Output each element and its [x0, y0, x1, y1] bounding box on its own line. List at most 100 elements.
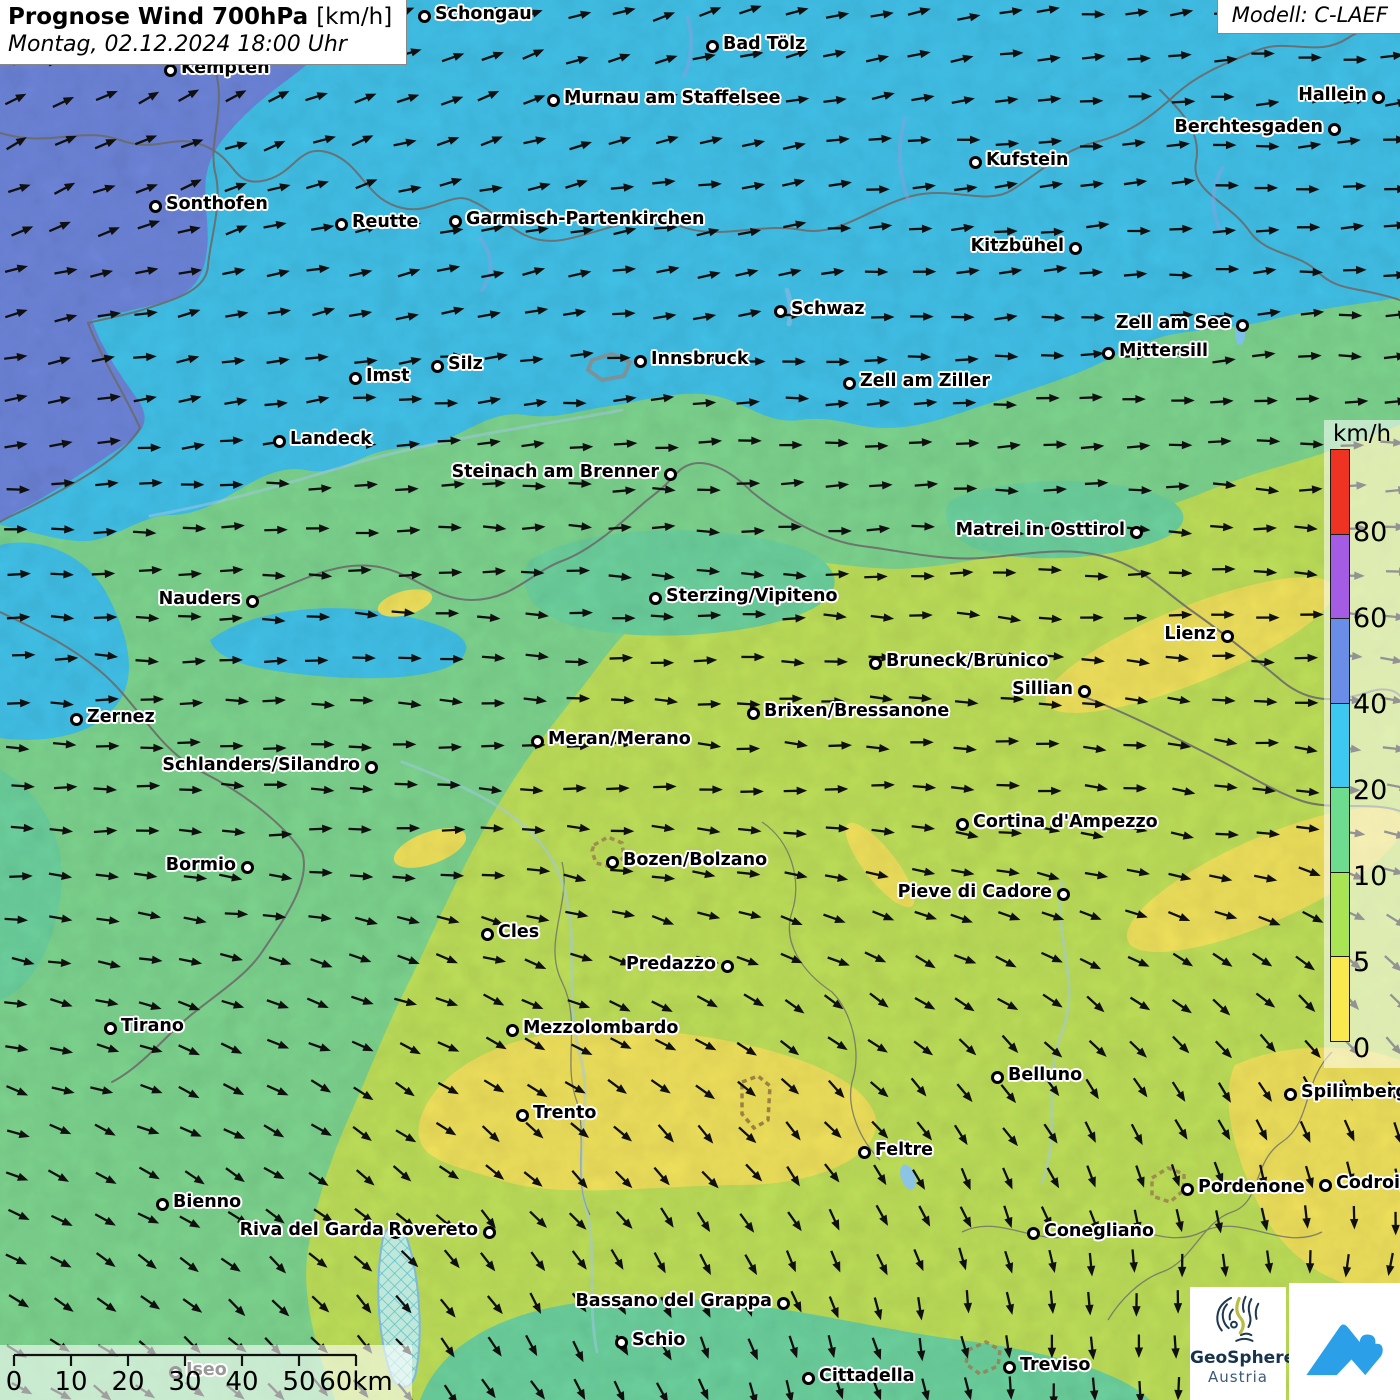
city-marker — [431, 360, 444, 373]
city-marker — [869, 657, 882, 670]
legend-segment — [1330, 618, 1350, 704]
city-marker — [335, 218, 348, 231]
city-marker — [1102, 347, 1115, 360]
city-marker — [1328, 123, 1341, 136]
city-label: Cles — [498, 922, 539, 943]
city-label: Codroipo — [1336, 1173, 1400, 1194]
city-marker — [1057, 888, 1070, 901]
mountain-cloud-icon — [1299, 1296, 1391, 1388]
city-label: Conegliano — [1044, 1221, 1154, 1242]
city-marker — [273, 435, 286, 448]
city-label: Kitzbühel — [971, 236, 1064, 257]
city-label: Sillian — [1012, 679, 1073, 700]
distance-scale-bar: 0102030405060km — [0, 1345, 412, 1400]
city-label: Mittersill — [1119, 341, 1208, 362]
city-label: Cittadella — [819, 1366, 915, 1387]
city-marker — [991, 1071, 1004, 1084]
map-title-unit: [km/h] — [316, 4, 392, 30]
city-label: Treviso — [1020, 1355, 1090, 1376]
wind-speed-legend: km/h 806040201050 — [1324, 420, 1400, 1068]
legend-color-bar — [1330, 449, 1350, 1042]
city-label: Bozen/Bolzano — [623, 850, 767, 871]
city-label: Bormio — [166, 855, 236, 876]
city-marker — [1221, 630, 1234, 643]
scale-tick-label: 10 — [54, 1367, 87, 1397]
city-label: Pordenone — [1198, 1177, 1305, 1198]
legend-tick-label: 60 — [1353, 604, 1387, 634]
city-label: Garmisch-Partenkirchen — [466, 209, 704, 230]
city-marker — [664, 468, 677, 481]
city-label: Riva del Garda — [240, 1220, 384, 1241]
city-label: Schwaz — [791, 299, 865, 320]
city-marker — [1069, 242, 1082, 255]
geosphere-logo: GeoSphere Austria — [1190, 1287, 1286, 1400]
map-title: Prognose Wind 700hPa [km/h] — [8, 4, 392, 30]
city-marker — [349, 372, 362, 385]
city-marker — [1027, 1227, 1040, 1240]
city-marker — [365, 761, 378, 774]
city-label: Landeck — [290, 429, 372, 450]
city-marker — [634, 355, 647, 368]
city-label: Trento — [533, 1103, 596, 1124]
city-label: Steinach am Brenner — [452, 462, 659, 483]
city-marker — [516, 1109, 529, 1122]
city-marker — [547, 94, 560, 107]
city-marker — [777, 1297, 790, 1310]
city-label: Schlanders/Silandro — [162, 755, 360, 776]
city-marker — [1181, 1183, 1194, 1196]
city-marker — [1284, 1088, 1297, 1101]
scale-tick-label: 20 — [111, 1367, 144, 1397]
city-marker — [802, 1372, 815, 1385]
city-label: Bienno — [173, 1192, 241, 1213]
city-label: Reutte — [352, 212, 418, 233]
city-marker — [164, 64, 177, 77]
city-marker — [70, 713, 83, 726]
city-marker — [969, 156, 982, 169]
city-marker — [156, 1198, 169, 1211]
city-label: Cortina d'Ampezzo — [973, 812, 1158, 833]
legend-segment — [1330, 534, 1350, 620]
city-marker — [104, 1022, 117, 1035]
city-label: Lienz — [1164, 624, 1216, 645]
legend-segment — [1330, 787, 1350, 873]
city-label: Imst — [366, 366, 410, 387]
city-marker — [246, 595, 259, 608]
city-label: Brixen/Bressanone — [764, 701, 949, 722]
city-marker — [747, 707, 760, 720]
scale-tick-label: 60km — [319, 1367, 392, 1397]
city-marker — [1078, 685, 1091, 698]
city-label: Feltre — [875, 1140, 933, 1161]
title-box: Prognose Wind 700hPa[km/h] Montag, 02.12… — [0, 0, 407, 65]
city-marker — [843, 377, 856, 390]
city-marker — [774, 305, 787, 318]
city-label: Belluno — [1008, 1065, 1082, 1086]
city-label: Mezzolombardo — [523, 1018, 678, 1039]
city-marker — [481, 928, 494, 941]
city-label: Schio — [632, 1330, 685, 1351]
scale-tick-label: 30 — [168, 1367, 201, 1397]
city-label: Kufstein — [986, 150, 1068, 171]
city-label: Innsbruck — [651, 349, 748, 370]
city-label: Bad Tölz — [723, 34, 805, 55]
city-label: Berchtesgaden — [1174, 117, 1323, 138]
scale-tick-label: 0 — [6, 1367, 23, 1397]
geosphere-contours-icon — [1209, 1291, 1267, 1349]
city-label: Predazzo — [626, 954, 716, 975]
city-marker — [149, 200, 162, 213]
city-marker — [721, 960, 734, 973]
city-marker — [1319, 1179, 1332, 1192]
geosphere-org-name: GeoSphere — [1190, 1349, 1286, 1368]
city-marker — [858, 1146, 871, 1159]
legend-segment — [1330, 449, 1350, 535]
city-label: Schongau — [435, 4, 532, 25]
wind-forecast-map: SchongauBad TölzKemptenMurnau am Staffel… — [0, 0, 1400, 1400]
city-label: Sonthofen — [166, 194, 268, 215]
legend-segment — [1330, 872, 1350, 958]
city-marker — [1372, 91, 1385, 104]
city-label: Rovereto — [388, 1220, 478, 1241]
geosphere-country: Austria — [1190, 1368, 1286, 1386]
city-label: Murnau am Staffelsee — [564, 88, 780, 109]
city-marker — [649, 592, 662, 605]
city-marker — [1130, 526, 1143, 539]
map-title-text: Prognose Wind 700hPa — [8, 4, 308, 30]
